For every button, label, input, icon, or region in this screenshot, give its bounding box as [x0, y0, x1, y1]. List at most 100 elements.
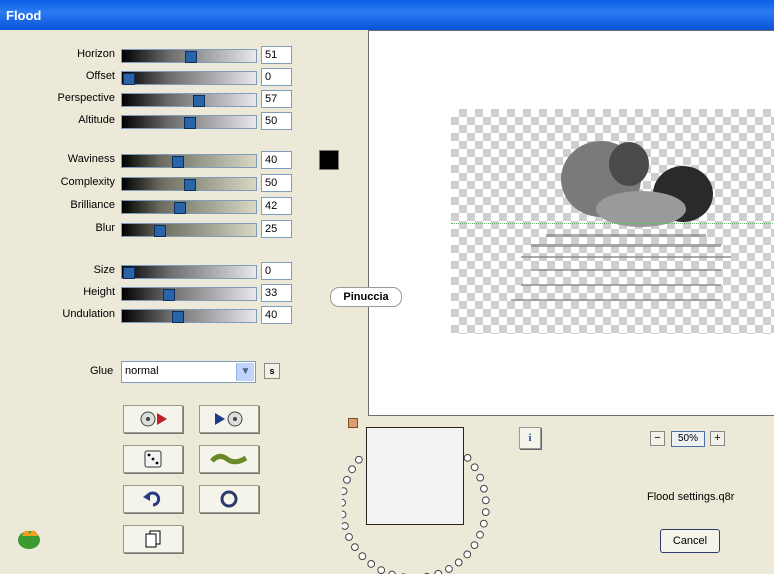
ring-dot	[342, 499, 345, 506]
play-forward-icon	[209, 409, 249, 429]
ring-dot	[482, 509, 489, 516]
ring-dot	[368, 561, 375, 568]
ring-dot	[378, 567, 385, 574]
glue-select-value: normal	[125, 365, 159, 377]
watermark-label: Pinuccia	[330, 287, 402, 307]
random-button[interactable]	[123, 445, 183, 473]
slider-value-field[interactable]: 50	[261, 174, 292, 192]
slider-row: Waviness 40	[0, 151, 300, 169]
slider-label: Complexity	[5, 176, 115, 188]
slider-track[interactable]	[121, 93, 257, 107]
slider-label: Brilliance	[5, 199, 115, 211]
settings-file-name: Flood settings.q8r	[647, 491, 734, 503]
slider-track[interactable]	[121, 49, 257, 63]
slider-label: Perspective	[5, 92, 115, 104]
slider-value-field[interactable]: 42	[261, 197, 292, 215]
slider-label: Waviness	[5, 153, 115, 165]
info-button[interactable]: i	[519, 427, 541, 449]
slider-track[interactable]	[121, 309, 257, 323]
slider-row: Height 33	[0, 284, 300, 302]
app-logo-icon	[16, 526, 42, 550]
ring-dot	[352, 544, 359, 551]
slider-value-field[interactable]: 25	[261, 220, 292, 238]
slider-track[interactable]	[121, 177, 257, 191]
zoom-level: 50%	[671, 431, 705, 447]
ring-dot	[464, 551, 471, 558]
play-forward-button[interactable]	[199, 405, 259, 433]
slider-thumb[interactable]	[193, 95, 205, 107]
dice-icon	[133, 449, 173, 469]
slider-label: Height	[5, 286, 115, 298]
ring-dot	[482, 497, 489, 504]
slider-thumb[interactable]	[185, 51, 197, 63]
slider-thumb[interactable]	[154, 225, 166, 237]
reset-button[interactable]	[199, 485, 259, 513]
undo-button[interactable]	[123, 485, 183, 513]
horizon-guide-line[interactable]	[451, 223, 774, 224]
ring-dot	[480, 520, 487, 527]
slider-row: Offset0	[0, 68, 300, 86]
slider-value-field[interactable]: 0	[261, 68, 292, 86]
slider-thumb[interactable]	[163, 289, 175, 301]
color-swatch[interactable]	[319, 150, 339, 170]
ring-dot	[464, 454, 471, 461]
slider-value-field[interactable]: 57	[261, 90, 292, 108]
slider-thumb[interactable]	[174, 202, 186, 214]
slider-value-field[interactable]: 40	[261, 151, 292, 169]
slider-thumb[interactable]	[123, 73, 135, 85]
slider-row: Size0	[0, 262, 300, 280]
slider-row: Altitude 50	[0, 112, 300, 130]
slider-value-field[interactable]: 0	[261, 262, 292, 280]
slider-row: Perspective 57	[0, 90, 300, 108]
wave-button[interactable]	[199, 445, 259, 473]
play-reverse-button[interactable]	[123, 405, 183, 433]
slider-value-field[interactable]: 40	[261, 306, 292, 324]
slider-track[interactable]	[121, 265, 257, 279]
window-title: Flood	[6, 8, 41, 23]
play-reverse-icon	[133, 409, 173, 429]
slider-track[interactable]	[121, 200, 257, 214]
slider-value-field[interactable]: 51	[261, 46, 292, 64]
dialog-body: Horizon51 Offset0 Perspective 57 Altitude 50 W…	[0, 30, 774, 566]
slider-thumb[interactable]	[123, 267, 135, 279]
slider-thumb[interactable]	[184, 179, 196, 191]
slider-label: Blur	[5, 222, 115, 234]
title-bar: Flood	[0, 0, 774, 30]
slider-track[interactable]	[121, 71, 257, 85]
copy-button[interactable]	[123, 525, 183, 553]
slider-row: Complexity 50	[0, 174, 300, 192]
slider-track[interactable]	[121, 223, 257, 237]
ring-dot	[342, 511, 346, 518]
ring-dot	[435, 570, 442, 574]
zoom-out-button[interactable]: −	[650, 431, 665, 446]
ring-dot	[471, 542, 478, 549]
wave-icon	[209, 449, 249, 469]
ring-dot	[342, 523, 348, 530]
glue-s-button[interactable]: s	[264, 363, 280, 379]
slider-row: Blur 25	[0, 220, 300, 238]
slider-label: Undulation	[5, 308, 115, 320]
slider-thumb[interactable]	[172, 311, 184, 323]
cancel-button[interactable]: Cancel	[660, 529, 720, 553]
slider-track[interactable]	[121, 287, 257, 301]
copy-icon	[133, 529, 173, 549]
ring-dot	[455, 559, 462, 566]
slider-label: Altitude	[5, 114, 115, 126]
slider-value-field[interactable]: 50	[261, 112, 292, 130]
ring-dot	[477, 531, 484, 538]
ring-dot	[471, 464, 478, 471]
slider-row: Brilliance 42	[0, 197, 300, 215]
glue-select[interactable]: normal ▼	[121, 361, 256, 383]
chevron-down-icon[interactable]: ▼	[236, 363, 254, 381]
slider-track[interactable]	[121, 154, 257, 168]
slider-thumb[interactable]	[172, 156, 184, 168]
slider-row: Horizon51	[0, 46, 300, 64]
slider-track[interactable]	[121, 115, 257, 129]
ring-dot	[359, 553, 366, 560]
preview-canvas[interactable]	[368, 30, 774, 416]
slider-thumb[interactable]	[184, 117, 196, 129]
ring-dot	[346, 534, 353, 541]
slider-value-field[interactable]: 33	[261, 284, 292, 302]
ring-dot	[344, 476, 351, 483]
zoom-in-button[interactable]: +	[710, 431, 725, 446]
